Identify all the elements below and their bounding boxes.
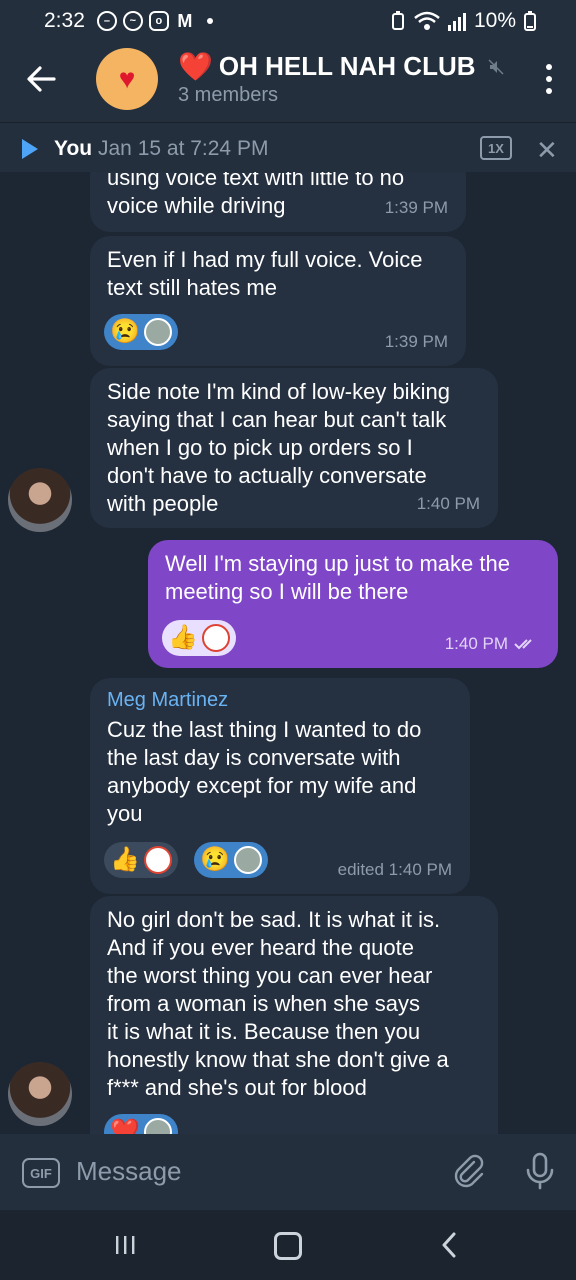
reactor-avatar bbox=[233, 846, 262, 874]
message-time: 1:40 PM bbox=[416, 494, 480, 513]
playback-speed-button[interactable]: 1X bbox=[480, 136, 512, 160]
system-status: 10% bbox=[390, 9, 536, 33]
play-icon[interactable] bbox=[22, 139, 38, 159]
message-time: edited 1:40 PM bbox=[337, 860, 452, 879]
heart-icon: ♥ bbox=[118, 63, 136, 94]
status-time: 2:32 bbox=[44, 9, 85, 32]
message-bubble-outgoing[interactable]: Well I'm staying up just to make the mee… bbox=[148, 540, 558, 668]
group-avatar[interactable]: ♥ bbox=[96, 48, 158, 110]
chat-header: ♥ ❤️ OH HELL NAH CLUB 3 members bbox=[0, 42, 576, 122]
message-time-text: 1:40 PM bbox=[444, 634, 508, 653]
message-text: Well I'm staying up just to make the mee… bbox=[165, 551, 510, 604]
player-date: Jan 15 at 7:24 PM bbox=[98, 137, 269, 160]
gmail-icon: M bbox=[177, 10, 193, 31]
reaction-chip[interactable]: ❤️ bbox=[104, 1114, 178, 1134]
battery-percent: 10% bbox=[473, 9, 516, 32]
reaction-chip[interactable]: 👍 bbox=[104, 842, 178, 878]
reaction-chip[interactable]: 😢 bbox=[104, 314, 178, 350]
chat-title[interactable]: ❤️ OH HELL NAH CLUB bbox=[178, 50, 504, 83]
reaction-emoji: 👍 bbox=[168, 624, 198, 651]
reaction-chip[interactable]: 😢 bbox=[194, 842, 268, 878]
message-time: 1:39 PM bbox=[384, 198, 448, 217]
message-text: No girl don't be sad. It is what it is. … bbox=[107, 907, 449, 1100]
message-list[interactable]: using voice text with little to no voice… bbox=[0, 172, 576, 1134]
messenger-icon: ~ bbox=[122, 11, 143, 31]
sender-name[interactable]: Meg Martinez bbox=[90, 678, 470, 714]
message-bubble[interactable]: No girl don't be sad. It is what it is. … bbox=[90, 896, 498, 1134]
gif-button[interactable]: GIF bbox=[22, 1158, 60, 1188]
more-options-icon[interactable] bbox=[544, 64, 554, 94]
message-bubble[interactable]: Meg Martinez Cuz the last thing I wanted… bbox=[90, 678, 470, 894]
reactor-avatar bbox=[201, 624, 230, 652]
read-check-icon bbox=[514, 639, 532, 650]
attach-icon[interactable] bbox=[452, 1154, 486, 1188]
muted-icon bbox=[487, 58, 504, 75]
more-notifications-icon bbox=[206, 18, 213, 24]
member-count: 3 members bbox=[178, 84, 279, 106]
reaction-emoji: ❤️ bbox=[110, 1118, 140, 1134]
back-arrow-icon[interactable] bbox=[24, 62, 58, 96]
reactor-avatar bbox=[143, 846, 172, 874]
microphone-icon[interactable] bbox=[524, 1152, 556, 1190]
avatar[interactable] bbox=[8, 1062, 72, 1126]
message-bubble[interactable]: Side note I'm kind of low-key biking say… bbox=[90, 368, 498, 528]
message-composer: GIF Message bbox=[0, 1134, 576, 1210]
signal-icon bbox=[447, 13, 466, 31]
battery-saver-icon bbox=[391, 11, 404, 30]
title-heart-emoji: ❤️ bbox=[178, 51, 213, 82]
notification-icons: – ~ o M bbox=[96, 10, 213, 31]
player-sender: You bbox=[54, 137, 93, 160]
reaction-emoji: 😢 bbox=[200, 846, 230, 873]
reaction-emoji: 😢 bbox=[110, 318, 140, 345]
wifi-icon bbox=[414, 11, 440, 30]
dnd-icon: – bbox=[96, 11, 117, 31]
message-text: Cuz the last thing I wanted to do the la… bbox=[107, 717, 422, 826]
home-icon[interactable] bbox=[274, 1232, 302, 1260]
message-text: Even if I had my full voice. Voice text … bbox=[107, 247, 423, 300]
message-time: 1:40 PM bbox=[445, 630, 540, 658]
message-bubble[interactable]: using voice text with little to no voice… bbox=[90, 172, 466, 232]
message-input[interactable]: Message bbox=[76, 1156, 182, 1187]
reaction-chip[interactable]: 👍 bbox=[162, 620, 236, 656]
voice-player-bar[interactable]: You Jan 15 at 7:24 PM 1X ✕ bbox=[0, 122, 576, 173]
close-icon[interactable]: ✕ bbox=[536, 135, 558, 166]
message-time: 1:39 PM bbox=[384, 332, 448, 351]
recent-apps-icon[interactable] bbox=[114, 1234, 136, 1256]
battery-icon bbox=[524, 11, 536, 31]
avatar[interactable] bbox=[8, 468, 72, 532]
nav-back-icon[interactable] bbox=[440, 1232, 458, 1258]
system-nav-bar bbox=[0, 1210, 576, 1280]
instagram-icon: o bbox=[148, 11, 169, 31]
reactor-avatar bbox=[143, 1118, 172, 1134]
status-bar: 2:32 – ~ o M 10% bbox=[0, 0, 576, 42]
group-name: OH HELL NAH CLUB bbox=[218, 51, 476, 81]
reactor-avatar bbox=[143, 318, 172, 346]
message-bubble[interactable]: Even if I had my full voice. Voice text … bbox=[90, 236, 466, 366]
reaction-emoji: 👍 bbox=[110, 846, 140, 873]
